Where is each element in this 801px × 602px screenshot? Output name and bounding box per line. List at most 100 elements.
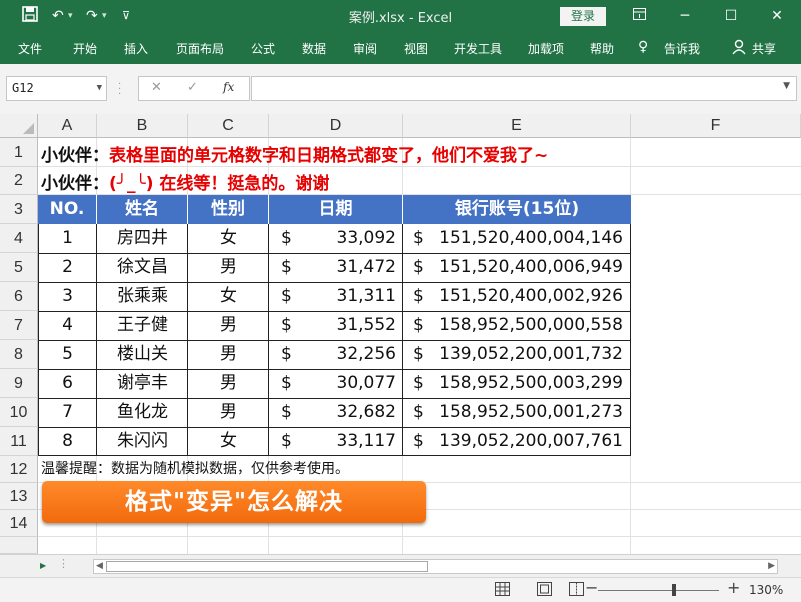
tab-data[interactable]: 数据 bbox=[302, 41, 326, 57]
cell-no[interactable]: 7 bbox=[38, 398, 97, 427]
row-header-6[interactable]: 6 bbox=[0, 282, 38, 311]
cell-no[interactable]: 1 bbox=[38, 224, 97, 253]
cell-name[interactable]: 楼山关 bbox=[97, 340, 188, 369]
cell-account[interactable]: 139,052,200,007,761 bbox=[403, 427, 623, 456]
tab-view[interactable]: 视图 bbox=[404, 41, 428, 57]
tab-home[interactable]: 开始 bbox=[73, 41, 97, 57]
row-header-14[interactable]: 14 bbox=[0, 510, 38, 537]
table-header-no[interactable]: NO. bbox=[38, 195, 97, 224]
select-all-button[interactable] bbox=[0, 114, 38, 138]
row-header-2[interactable]: 2 bbox=[0, 167, 38, 195]
table-header-account[interactable]: 银行账号(15位) bbox=[403, 195, 631, 224]
cell-account[interactable]: 158,952,500,001,273 bbox=[403, 398, 623, 427]
cell-name[interactable]: 鱼化龙 bbox=[97, 398, 188, 427]
more-icon[interactable]: ⋮ bbox=[58, 557, 69, 570]
cell-no[interactable]: 2 bbox=[38, 253, 97, 282]
cell-date[interactable]: 32,256 bbox=[269, 340, 396, 369]
cell-date[interactable]: 30,077 bbox=[269, 369, 396, 398]
normal-view-icon[interactable] bbox=[495, 582, 510, 600]
cell-date[interactable]: 33,092 bbox=[269, 224, 396, 253]
cell-name[interactable]: 朱闪闪 bbox=[97, 427, 188, 456]
column-header-d[interactable]: D bbox=[269, 114, 403, 138]
zoom-out-icon[interactable]: − bbox=[585, 580, 598, 596]
column-header-a[interactable]: A bbox=[38, 114, 97, 138]
cell-date[interactable]: 31,311 bbox=[269, 282, 396, 311]
cell-gender[interactable]: 男 bbox=[188, 311, 269, 340]
cell-name[interactable]: 徐文昌 bbox=[97, 253, 188, 282]
maximize-icon[interactable]: ☐ bbox=[716, 5, 746, 27]
cell-no[interactable]: 5 bbox=[38, 340, 97, 369]
row-header-10[interactable]: 10 bbox=[0, 398, 38, 427]
column-header-e[interactable]: E bbox=[403, 114, 631, 138]
row-header-11[interactable]: 11 bbox=[0, 427, 38, 456]
scroll-left-icon[interactable]: ◀ bbox=[96, 560, 103, 573]
row-header-5[interactable]: 5 bbox=[0, 253, 38, 282]
scrollbar-thumb[interactable] bbox=[106, 561, 428, 572]
row-header-3[interactable]: 3 bbox=[0, 195, 38, 224]
drag-handle-icon[interactable]: · · · bbox=[118, 80, 121, 100]
tab-help[interactable]: 帮助 bbox=[590, 41, 614, 57]
zoom-slider[interactable] bbox=[598, 590, 719, 591]
worksheet-grid[interactable]: A B C D E F 1 2 3 4 5 6 7 8 9 10 11 12 1… bbox=[0, 114, 801, 554]
cell-account[interactable]: 151,520,400,002,926 bbox=[403, 282, 623, 311]
expand-formula-icon[interactable]: ▼ bbox=[783, 81, 790, 91]
table-header-gender[interactable]: 性别 bbox=[188, 195, 269, 224]
zoom-level[interactable]: 130% bbox=[749, 583, 783, 597]
cell-gender[interactable]: 女 bbox=[188, 224, 269, 253]
cell-no[interactable]: 6 bbox=[38, 369, 97, 398]
cell-name[interactable]: 房四井 bbox=[97, 224, 188, 253]
table-header-name[interactable]: 姓名 bbox=[97, 195, 188, 224]
page-break-icon[interactable] bbox=[569, 582, 584, 600]
name-box[interactable]: G12 ▼ bbox=[6, 76, 107, 101]
login-button[interactable]: 登录 bbox=[560, 7, 606, 26]
tab-insert[interactable]: 插入 bbox=[124, 41, 148, 57]
row-header-7[interactable]: 7 bbox=[0, 311, 38, 340]
cell-gender[interactable]: 女 bbox=[188, 427, 269, 456]
share-button[interactable]: 共享 bbox=[752, 41, 776, 57]
cell-gender[interactable]: 男 bbox=[188, 369, 269, 398]
page-layout-icon[interactable] bbox=[537, 582, 552, 600]
cell-date[interactable]: 31,552 bbox=[269, 311, 396, 340]
chevron-down-icon[interactable]: ▼ bbox=[97, 77, 102, 100]
tab-file[interactable]: 文件 bbox=[18, 41, 42, 57]
cell-date[interactable]: 33,117 bbox=[269, 427, 396, 456]
minimize-icon[interactable]: ─ bbox=[670, 5, 700, 27]
tab-addins[interactable]: 加载项 bbox=[528, 41, 564, 57]
zoom-in-icon[interactable]: + bbox=[727, 580, 740, 596]
cell-name[interactable]: 谢亭丰 bbox=[97, 369, 188, 398]
row-header-8[interactable]: 8 bbox=[0, 340, 38, 369]
row-header-15[interactable] bbox=[0, 537, 38, 554]
tell-me-button[interactable]: 告诉我 bbox=[664, 41, 700, 57]
enter-icon[interactable]: ✓ bbox=[187, 80, 198, 95]
cell-gender[interactable]: 男 bbox=[188, 253, 269, 282]
cell-account[interactable]: 158,952,500,003,299 bbox=[403, 369, 623, 398]
cell-no[interactable]: 3 bbox=[38, 282, 97, 311]
horizontal-scrollbar[interactable]: ◀ ▶ bbox=[93, 559, 778, 574]
cell-name[interactable]: 王子健 bbox=[97, 311, 188, 340]
row-header-9[interactable]: 9 bbox=[0, 369, 38, 398]
ribbon-display-icon[interactable] bbox=[624, 5, 654, 27]
sheet-nav-icon[interactable]: ▶ bbox=[40, 559, 46, 572]
cell-account[interactable]: 151,520,400,004,146 bbox=[403, 224, 623, 253]
cell-account[interactable]: 158,952,500,000,558 bbox=[403, 311, 623, 340]
zoom-slider-thumb[interactable] bbox=[672, 584, 677, 596]
table-header-date[interactable]: 日期 bbox=[269, 195, 403, 224]
insert-function-icon[interactable]: fx bbox=[223, 80, 234, 94]
cell-date[interactable]: 31,472 bbox=[269, 253, 396, 282]
cell-gender[interactable]: 男 bbox=[188, 398, 269, 427]
row-header-1[interactable]: 1 bbox=[0, 138, 38, 167]
cell-no[interactable]: 4 bbox=[38, 311, 97, 340]
cell-gender[interactable]: 女 bbox=[188, 282, 269, 311]
tab-review[interactable]: 审阅 bbox=[353, 41, 377, 57]
row-header-4[interactable]: 4 bbox=[0, 224, 38, 253]
scroll-right-icon[interactable]: ▶ bbox=[768, 560, 775, 573]
row-header-13[interactable]: 13 bbox=[0, 483, 38, 510]
cell-date[interactable]: 32,682 bbox=[269, 398, 396, 427]
cancel-icon[interactable]: ✕ bbox=[151, 80, 162, 95]
tab-formulas[interactable]: 公式 bbox=[251, 41, 275, 57]
close-icon[interactable]: ✕ bbox=[762, 5, 792, 27]
formula-input[interactable]: ▼ bbox=[251, 76, 797, 101]
column-header-f[interactable]: F bbox=[631, 114, 801, 138]
tab-developer[interactable]: 开发工具 bbox=[454, 41, 502, 57]
title-banner[interactable]: 格式"变异"怎么解决 bbox=[42, 481, 426, 523]
